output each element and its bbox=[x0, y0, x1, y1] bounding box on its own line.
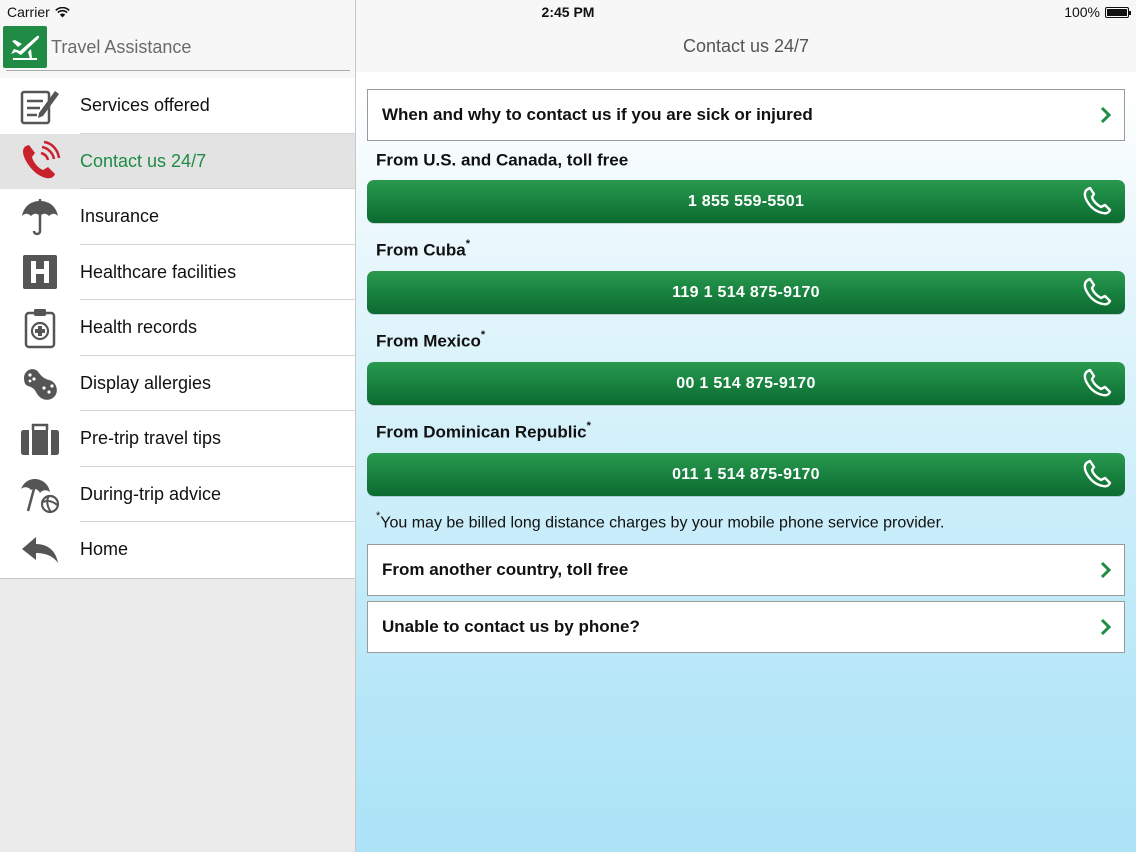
contact-label-mexico: From Mexico* bbox=[376, 329, 486, 351]
call-us-canada-button[interactable]: 1 855 559-5501 bbox=[367, 180, 1125, 223]
contact-label-dominican-republic: From Dominican Republic* bbox=[376, 420, 591, 442]
page-title: Contact us 24/7 bbox=[682, 36, 810, 56]
chevron-right-icon bbox=[1100, 106, 1112, 124]
status-time: 2:45 PM bbox=[541, 4, 595, 20]
hospital-icon bbox=[23, 255, 57, 290]
main-menu: Services offered Contact us 24/7 Insuran… bbox=[0, 78, 355, 579]
sidebar: Travel Assistance Services offered Conta… bbox=[0, 0, 356, 852]
menu-item-services-offered[interactable]: Services offered bbox=[0, 78, 355, 134]
beach-umbrella-icon bbox=[21, 479, 60, 514]
app-title: Travel Assistance bbox=[51, 37, 192, 57]
medical-clipboard-icon bbox=[24, 308, 56, 348]
sick-injured-link[interactable]: When and why to contact us if you are si… bbox=[367, 89, 1125, 141]
other-country-link[interactable]: From another country, toll free bbox=[367, 544, 1125, 596]
app-logo[interactable] bbox=[3, 26, 47, 68]
header-divider bbox=[6, 70, 350, 71]
phone-icon bbox=[1083, 368, 1112, 397]
contact-label-us-canada: From U.S. and Canada, toll free bbox=[376, 150, 629, 170]
peanut-icon bbox=[24, 369, 57, 401]
menu-label: Pre-trip travel tips bbox=[80, 428, 222, 449]
battery-icon bbox=[1105, 6, 1131, 18]
umbrella-icon bbox=[22, 198, 58, 235]
back-arrow-icon bbox=[22, 536, 58, 563]
phone-icon bbox=[1083, 186, 1112, 215]
clipboard-pen-icon bbox=[20, 90, 59, 124]
call-dominican-republic-button[interactable]: 011 1 514 875-9170 bbox=[367, 453, 1125, 496]
unable-to-contact-link[interactable]: Unable to contact us by phone? bbox=[367, 601, 1125, 653]
menu-label: Services offered bbox=[80, 95, 210, 116]
call-cuba-button[interactable]: 119 1 514 875-9170 bbox=[367, 271, 1125, 314]
menu-label: Insurance bbox=[80, 206, 160, 227]
menu-label: Home bbox=[80, 539, 129, 560]
menu-label: Health records bbox=[80, 317, 198, 338]
menu-item-during-trip-advice[interactable]: During-trip advice bbox=[0, 467, 355, 522]
main-content: Contact us 24/7 When and why to contact … bbox=[356, 0, 1136, 852]
menu-item-contact-us[interactable]: Contact us 24/7 bbox=[0, 133, 355, 189]
menu-item-healthcare-facilities[interactable]: Healthcare facilities bbox=[0, 245, 355, 300]
phone-icon bbox=[23, 141, 61, 179]
menu-label: During-trip advice bbox=[80, 483, 222, 504]
chevron-right-icon bbox=[1100, 561, 1112, 579]
menu-item-pre-trip-tips[interactable]: Pre-trip travel tips bbox=[0, 411, 355, 467]
chevron-right-icon bbox=[1100, 618, 1112, 636]
suitcase-icon bbox=[21, 423, 59, 455]
call-mexico-button[interactable]: 00 1 514 875-9170 bbox=[367, 362, 1125, 405]
menu-label: Healthcare facilities bbox=[80, 261, 237, 282]
menu-label: Contact us 24/7 bbox=[80, 150, 207, 171]
battery-indicator: 100% bbox=[1064, 4, 1131, 20]
billing-footnote: *You may be billed long distance charges… bbox=[376, 510, 945, 532]
phone-icon bbox=[1083, 277, 1112, 306]
menu-item-health-records[interactable]: Health records bbox=[0, 300, 355, 356]
menu-item-display-allergies[interactable]: Display allergies bbox=[0, 356, 355, 411]
phone-icon bbox=[1083, 459, 1112, 488]
airplane-icon bbox=[11, 35, 40, 60]
menu-item-home[interactable]: Home bbox=[0, 522, 355, 578]
menu-item-insurance[interactable]: Insurance bbox=[0, 189, 355, 245]
menu-label: Display allergies bbox=[80, 372, 212, 393]
status-bar: Carrier 2:45 PM 100% bbox=[0, 0, 1136, 24]
battery-percent: 100% bbox=[1064, 4, 1100, 20]
contact-label-cuba: From Cuba* bbox=[376, 238, 471, 260]
